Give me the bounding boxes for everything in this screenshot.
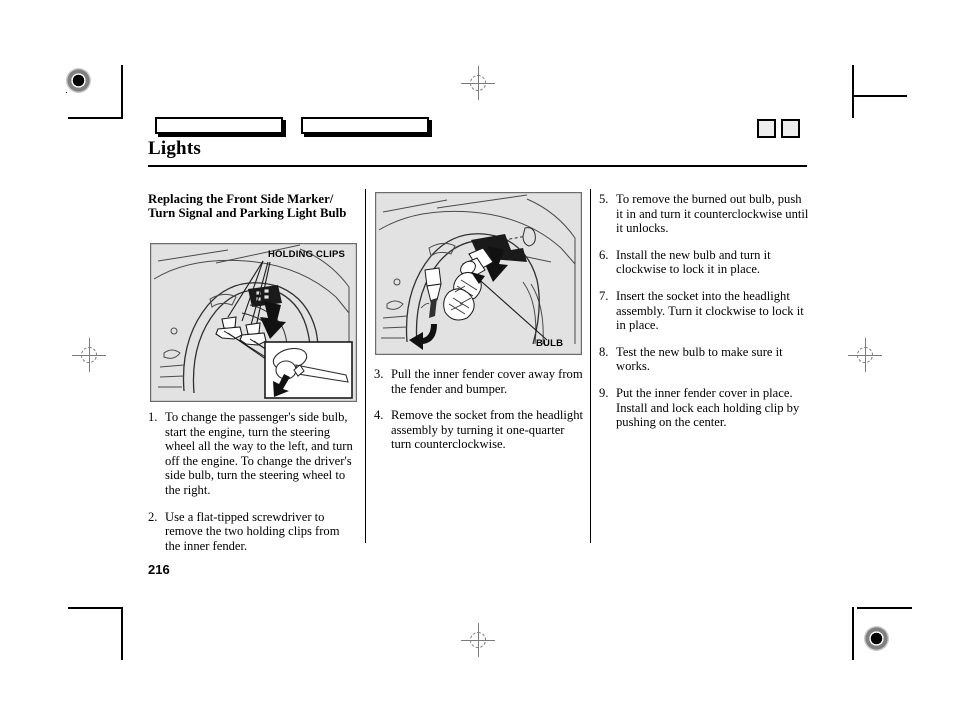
step-number: 4. <box>374 408 384 423</box>
step-number: 8. <box>599 344 609 359</box>
step-text: Test the new bulb to make sure it works. <box>616 344 783 374</box>
column-divider-right <box>590 189 591 543</box>
registration-target-top-left <box>66 68 91 93</box>
step-text: Insert the socket into the headlight ass… <box>616 288 804 333</box>
list-item: 3. Pull the inner fender cover away from… <box>374 367 584 396</box>
crop-mark-bottom-left-horizontal <box>68 607 123 609</box>
step-number: 1. <box>148 410 158 424</box>
header-tab-right[interactable] <box>301 117 429 134</box>
figure-label-holding-clips: HOLDING CLIPS <box>268 249 346 260</box>
step-text: To remove the burned out bulb, push it i… <box>616 192 809 236</box>
left-column-steps: 1. To change the passenger's side bulb, … <box>148 410 358 565</box>
figure-bulb-artwork <box>375 192 582 355</box>
registration-crosshair-top-center <box>461 66 495 100</box>
step-number: 5. <box>599 192 609 206</box>
step-number: 7. <box>599 288 609 303</box>
step-text: To change the passenger's side bulb, sta… <box>165 410 353 497</box>
crop-mark-top-left-outer-horizontal <box>66 92 67 93</box>
step-text: Remove the socket from the headlight ass… <box>391 408 583 452</box>
crop-mark-bottom-left-vertical <box>121 607 123 660</box>
left-column: Replacing the Front Side Marker/ Turn Si… <box>148 192 356 230</box>
list-item: 6. Install the new bulb and turn it cloc… <box>599 248 811 277</box>
step-list-middle: 3. Pull the inner fender cover away from… <box>374 367 584 452</box>
step-text: Put the inner fender cover in place. Ins… <box>616 385 800 430</box>
list-item: 1. To change the passenger's side bulb, … <box>148 410 358 498</box>
crop-mark-top-right-horizontal <box>852 95 907 97</box>
header-corner-box-2[interactable] <box>781 119 800 138</box>
page-title: Lights <box>148 138 201 159</box>
right-column-steps: 5. To remove the burned out bulb, push i… <box>599 192 811 442</box>
list-item: 4. Remove the socket from the headlight … <box>374 408 584 452</box>
crop-mark-bottom-right-horizontal <box>857 607 912 609</box>
sub-heading: Replacing the Front Side Marker/ Turn Si… <box>148 192 347 221</box>
list-item: 2. Use a flat-tipped screwdriver to remo… <box>148 510 358 554</box>
registration-target-bottom-right <box>864 626 889 651</box>
column-divider-left <box>365 189 366 543</box>
figure-holding-clips: HOLDING CLIPS <box>150 243 357 402</box>
step-number: 3. <box>374 367 384 381</box>
header-tab-left[interactable] <box>155 117 283 134</box>
registration-crosshair-left-middle <box>72 338 106 372</box>
step-text: Pull the inner fender cover away from th… <box>391 367 583 396</box>
figure-bulb: BULB <box>375 192 582 355</box>
step-number: 6. <box>599 247 609 262</box>
page-number: 216 <box>148 562 170 577</box>
list-item: 7. Insert the socket into the headlight … <box>599 289 811 333</box>
step-list-left: 1. To change the passenger's side bulb, … <box>148 410 358 553</box>
registration-crosshair-bottom-center <box>461 623 495 657</box>
crop-mark-top-right-vertical <box>852 65 854 118</box>
step-number: 2. <box>148 509 158 524</box>
list-item: 9. Put the inner fender cover in place. … <box>599 386 811 430</box>
title-underline <box>148 165 807 167</box>
list-item: 8. Test the new bulb to make sure it wor… <box>599 345 811 374</box>
crop-mark-top-left-vertical <box>121 65 123 118</box>
crop-mark-bottom-right-vertical <box>852 607 854 660</box>
figure-holding-clips-artwork <box>150 243 357 402</box>
list-item: 5. To remove the burned out bulb, push i… <box>599 192 811 236</box>
header-corner-box-1[interactable] <box>757 119 776 138</box>
step-list-right: 5. To remove the burned out bulb, push i… <box>599 192 811 430</box>
crop-mark-top-left-horizontal <box>68 117 123 119</box>
middle-column-steps: 3. Pull the inner fender cover away from… <box>374 367 584 464</box>
figure-label-bulb: BULB <box>536 338 564 349</box>
step-text: Use a flat-tipped screwdriver to remove … <box>165 509 340 553</box>
step-text: Install the new bulb and turn it clockwi… <box>616 247 771 277</box>
registration-crosshair-right-middle <box>848 338 882 372</box>
step-number: 9. <box>599 385 609 400</box>
